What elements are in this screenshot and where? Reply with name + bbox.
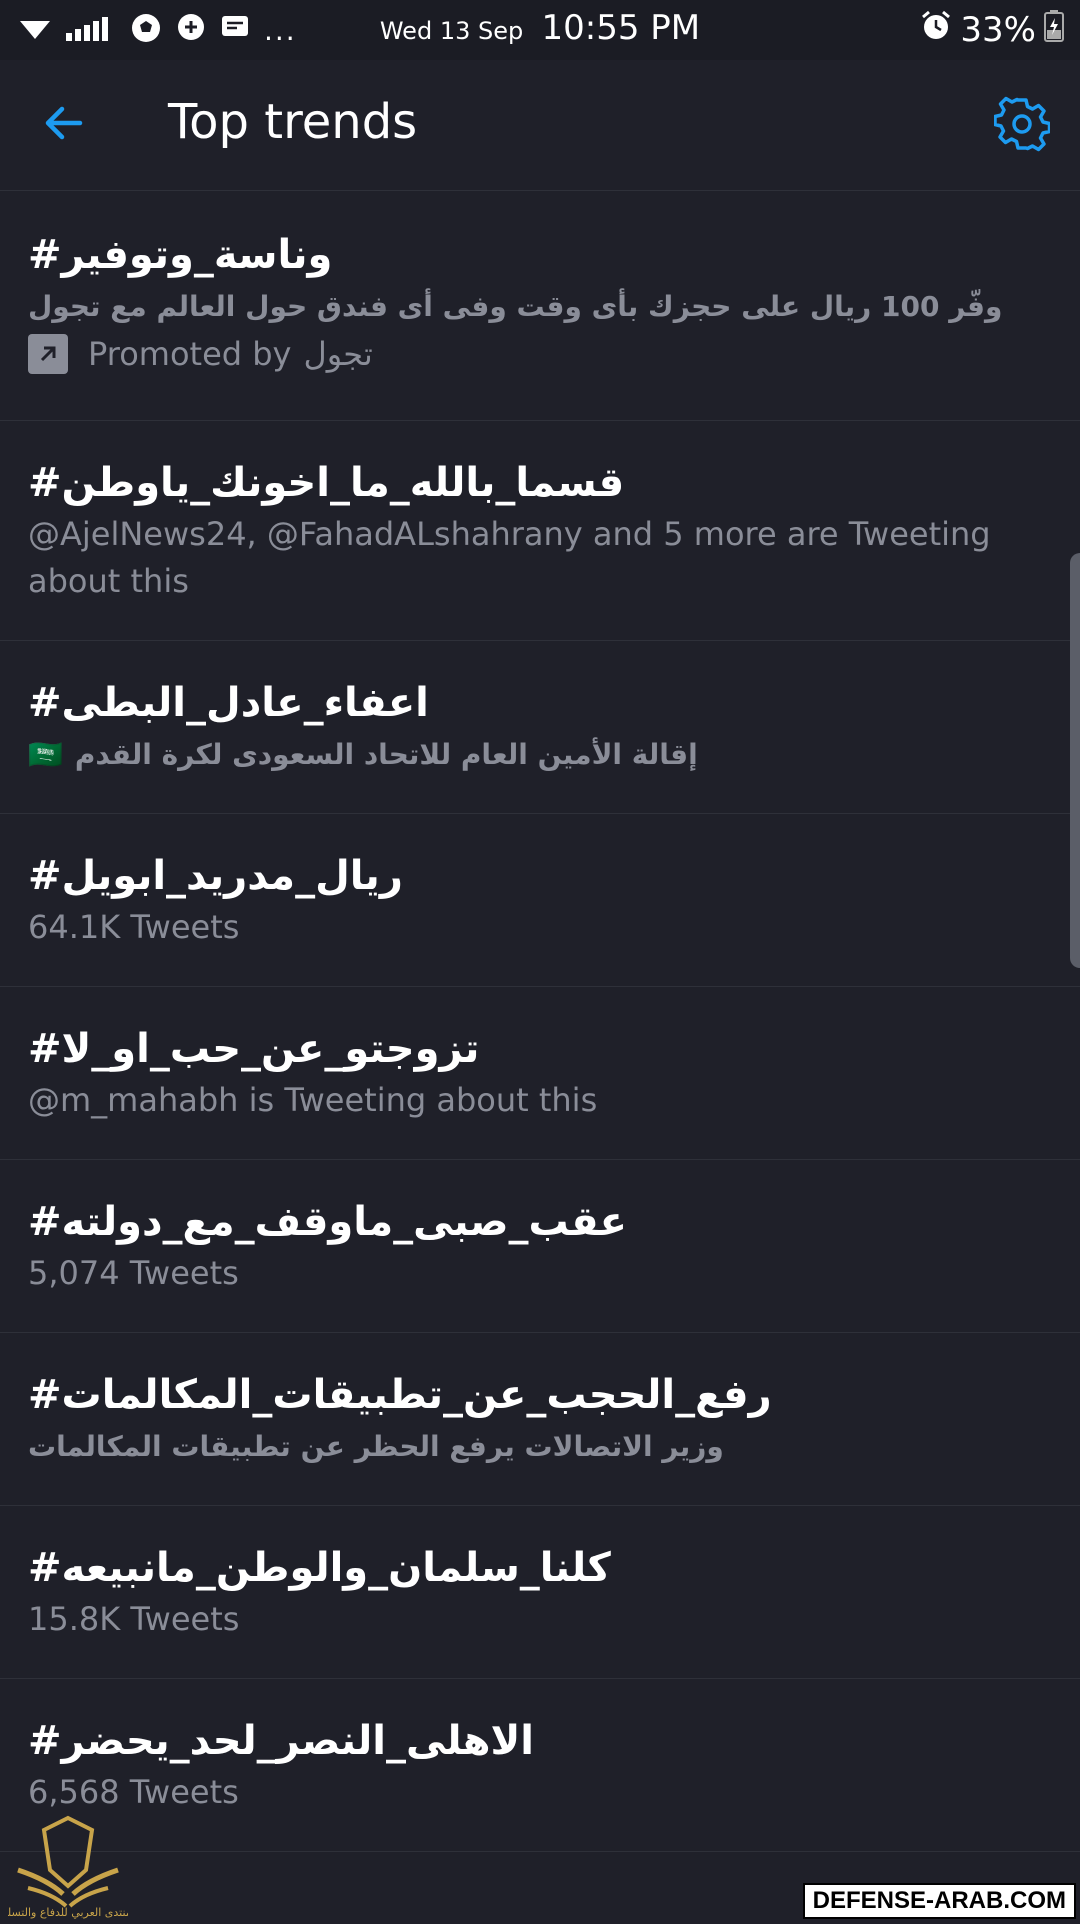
trend-tweet-count: 64.1K Tweets <box>28 908 240 946</box>
saudi-flag-icon: 🇸🇦 <box>28 738 63 771</box>
trend-description: وزير الاتصالات يرفع الحظر عن تطبيقات الم… <box>28 1430 724 1463</box>
trend-tweet-count: 5,074 Tweets <box>28 1254 239 1292</box>
trend-name: #قسما_بالله_ما_اخونك_ياوطن <box>28 460 625 506</box>
trend-item[interactable]: #وناسة_وتوفير وفّر 100 ريال على حجزك بأى… <box>0 191 1080 421</box>
app-bar: Top trends <box>0 60 1080 191</box>
trend-item[interactable]: #ريال_مدريد_ابويل 64.1K Tweets <box>0 814 1080 987</box>
watermark-logo: المنتدى العربي للدفاع والتسليح <box>0 1810 139 1920</box>
status-bar: ... Wed 13 Sep 10:55 PM 33% <box>0 0 1080 60</box>
status-right: 33% <box>920 8 1064 52</box>
promoted-label: Promoted by تجول <box>28 334 1052 374</box>
watermark-text: DEFENSE-ARAB.COM <box>802 1883 1076 1919</box>
trend-item[interactable]: #رفع_الحجب_عن_تطبيقات_المكالمات وزير الا… <box>0 1333 1080 1506</box>
promoted-arrow-icon <box>28 334 68 374</box>
back-button[interactable] <box>36 98 96 148</box>
status-clock: Wed 13 Sep 10:55 PM <box>0 8 1080 48</box>
trend-name: #اعفاء_عادل_البطى <box>28 680 429 726</box>
status-time: 10:55 PM <box>541 8 701 48</box>
promoted-by: تجول <box>303 335 373 373</box>
alarm-icon <box>920 10 952 51</box>
trend-context: @AjelNews24, @FahadALshahrany and 5 more… <box>28 515 991 600</box>
scroll-indicator[interactable] <box>1070 553 1080 968</box>
trend-description: إقالة الأمين العام للاتحاد السعودى لكرة … <box>74 738 698 771</box>
trend-description-row: 🇸🇦 إقالة الأمين العام للاتحاد السعودى لك… <box>28 731 1052 778</box>
trend-item[interactable]: #كلنا_سلمان_والوطن_مانبيعه 15.8K Tweets <box>0 1506 1080 1679</box>
arrow-left-icon <box>36 106 96 152</box>
trend-tweet-count: 6,568 Tweets <box>28 1773 239 1811</box>
trend-name: #ريال_مدريد_ابويل <box>28 853 403 899</box>
trend-tweet-count: 15.8K Tweets <box>28 1600 240 1638</box>
trend-context: @m_mahabh is Tweeting about this <box>28 1081 598 1119</box>
trend-item[interactable]: #الاهلى_النصر_لحد_يحضر 6,568 Tweets <box>0 1679 1080 1852</box>
trend-name: #كلنا_سلمان_والوطن_مانبيعه <box>28 1545 611 1591</box>
page-title: Top trends <box>168 94 418 150</box>
battery-percent: 33% <box>960 10 1036 50</box>
watermark-logo-caption: المنتدى العربي للدفاع والتسليح <box>8 1906 128 1919</box>
trend-name: #وناسة_وتوفير <box>28 232 333 278</box>
battery-icon <box>1044 9 1064 51</box>
settings-button[interactable] <box>993 96 1052 152</box>
trend-name: #تزوجتو_عن_حب_او_لا <box>28 1026 480 1072</box>
trend-item[interactable]: #قسما_بالله_ما_اخونك_ياوطن @AjelNews24, … <box>0 421 1080 641</box>
trend-item[interactable]: #تزوجتو_عن_حب_او_لا @m_mahabh is Tweetin… <box>0 987 1080 1160</box>
trend-item[interactable]: #عقب_صبى_ماوقف_مع_دولته 5,074 Tweets <box>0 1160 1080 1333</box>
promoted-prefix: Promoted by <box>88 335 292 373</box>
trend-description: وفّر 100 ريال على حجزك بأى وقت وفى أى فن… <box>28 290 1003 323</box>
trend-list: #وناسة_وتوفير وفّر 100 ريال على حجزك بأى… <box>0 191 1080 1852</box>
trend-item[interactable]: #اعفاء_عادل_البطى 🇸🇦 إقالة الأمين العام … <box>0 641 1080 814</box>
status-date: Wed 13 Sep <box>379 17 524 45</box>
trend-name: #عقب_صبى_ماوقف_مع_دولته <box>28 1199 627 1245</box>
gear-icon <box>993 96 1052 156</box>
trend-name: #الاهلى_النصر_لحد_يحضر <box>28 1718 534 1764</box>
trend-name: #رفع_الحجب_عن_تطبيقات_المكالمات <box>28 1372 772 1418</box>
